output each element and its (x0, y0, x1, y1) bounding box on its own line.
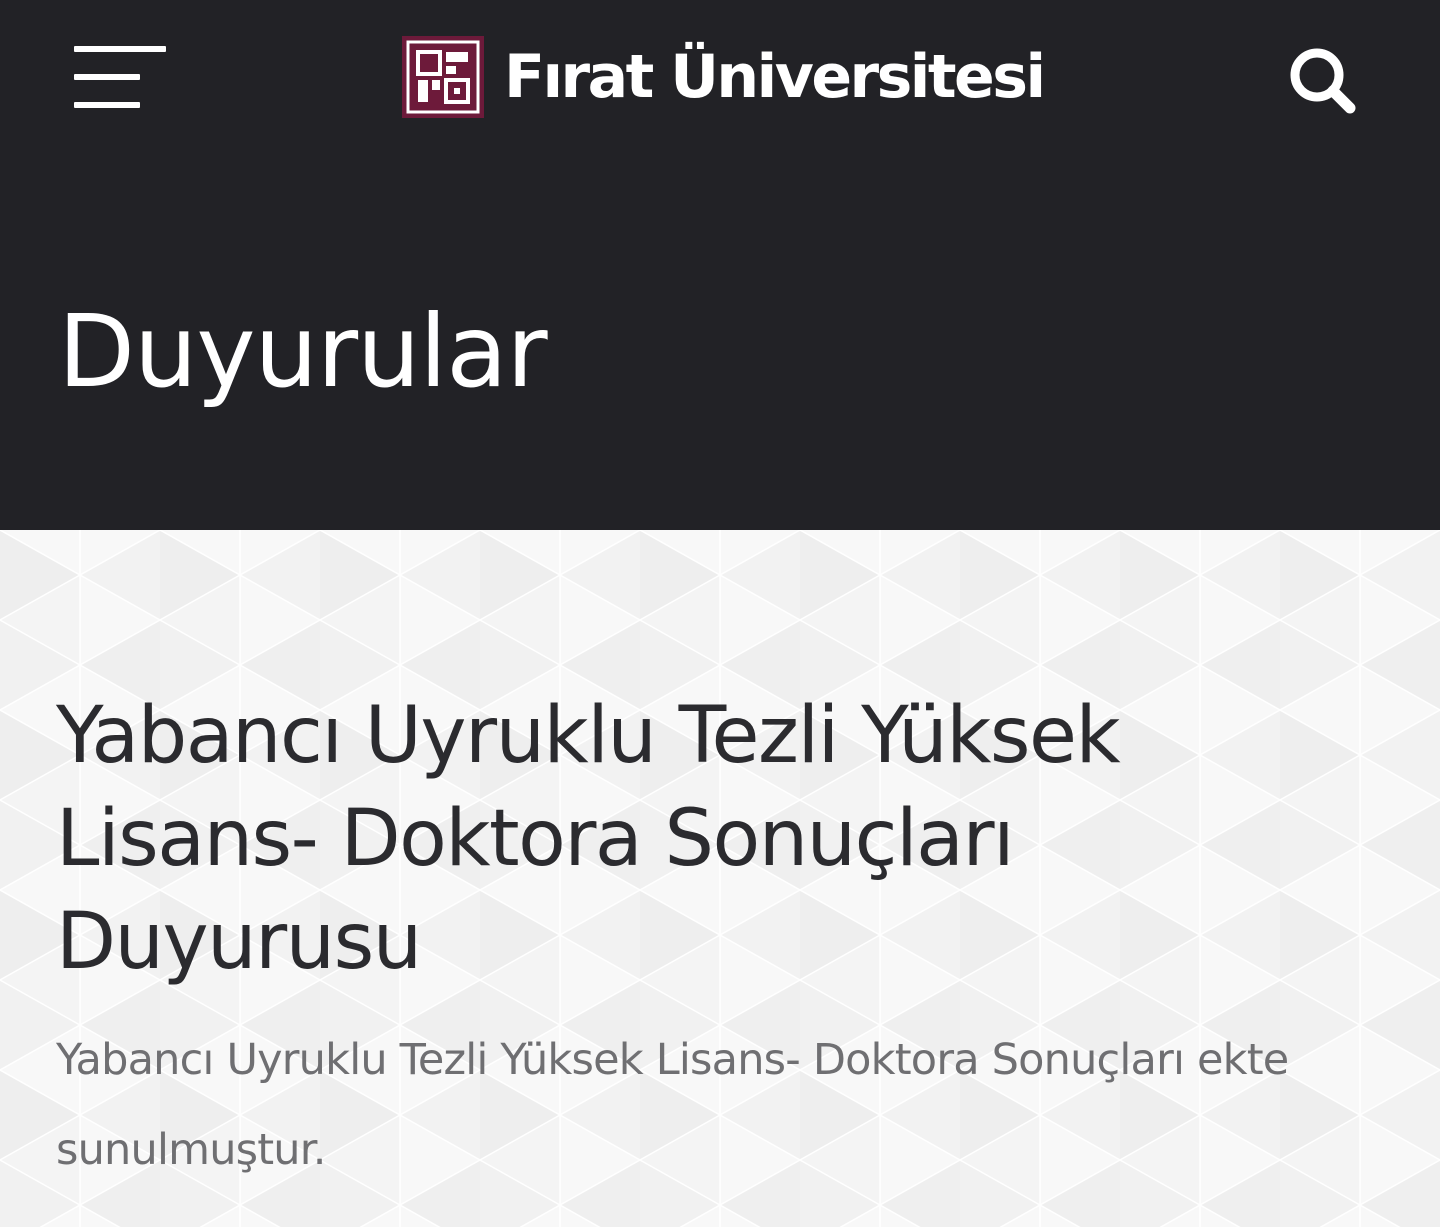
menu-line (74, 74, 140, 80)
hamburger-menu-icon[interactable] (74, 44, 166, 110)
university-logo-icon (402, 36, 484, 118)
university-name: Fırat Üniversitesi (504, 42, 1046, 112)
site-header: Fırat Üniversitesi Duyurular (0, 0, 1440, 530)
top-navigation-bar: Fırat Üniversitesi (0, 0, 1440, 160)
menu-line (74, 102, 140, 108)
main-content: Yabancı Uyruklu Tezli Yüksek Lisans- Dok… (0, 530, 1440, 1227)
announcement-title: Yabancı Uyruklu Tezli Yüksek Lisans- Dok… (56, 691, 1121, 987)
menu-line (74, 46, 166, 52)
page-title: Duyurular (58, 293, 548, 410)
search-icon-glyph (1290, 48, 1356, 114)
university-logo-link[interactable]: Fırat Üniversitesi (402, 36, 1046, 118)
announcement-body: Yabancı Uyruklu Tezli Yüksek Lisans- Dok… (56, 1035, 1289, 1175)
search-icon[interactable] (1286, 44, 1360, 118)
